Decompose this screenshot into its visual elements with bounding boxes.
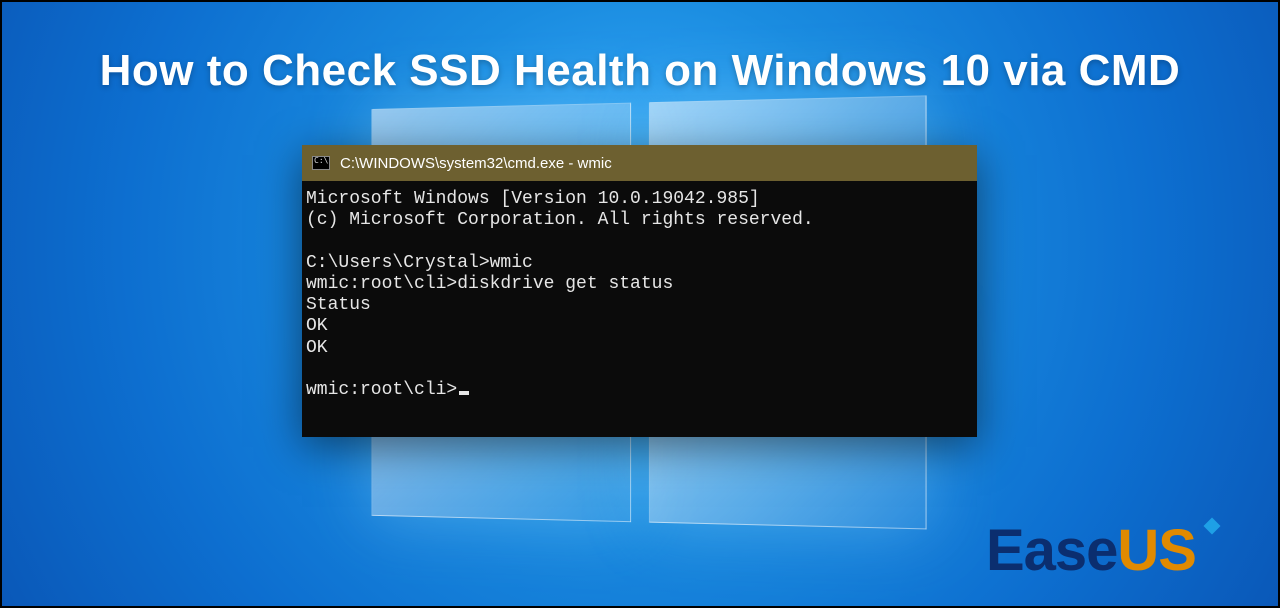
brand-text-ease: Ease [986, 517, 1117, 584]
cmd-line: OK [306, 338, 328, 358]
brand-logo: EaseUS [986, 517, 1196, 584]
cmd-line: Status [306, 295, 371, 315]
cmd-line: C:\Users\Crystal>wmic [306, 253, 533, 273]
cmd-line: Microsoft Windows [Version 10.0.19042.98… [306, 189, 760, 209]
cursor-icon [459, 391, 469, 395]
cmd-window-title: C:\WINDOWS\system32\cmd.exe - wmic [340, 155, 612, 172]
brand-accent-icon [1204, 518, 1221, 535]
cmd-output[interactable]: Microsoft Windows [Version 10.0.19042.98… [302, 181, 977, 437]
cmd-window: C:\WINDOWS\system32\cmd.exe - wmic Micro… [302, 145, 977, 437]
cmd-prompt: wmic:root\cli> [306, 380, 457, 400]
page-title: How to Check SSD Health on Windows 10 vi… [2, 46, 1278, 96]
cmd-line: (c) Microsoft Corporation. All rights re… [306, 210, 814, 230]
brand-text-us: US [1117, 517, 1196, 584]
tutorial-graphic: How to Check SSD Health on Windows 10 vi… [0, 0, 1280, 608]
cmd-icon [312, 156, 330, 170]
cmd-line: wmic:root\cli>diskdrive get status [306, 274, 673, 294]
cmd-titlebar[interactable]: C:\WINDOWS\system32\cmd.exe - wmic [302, 145, 977, 181]
cmd-line: OK [306, 316, 328, 336]
